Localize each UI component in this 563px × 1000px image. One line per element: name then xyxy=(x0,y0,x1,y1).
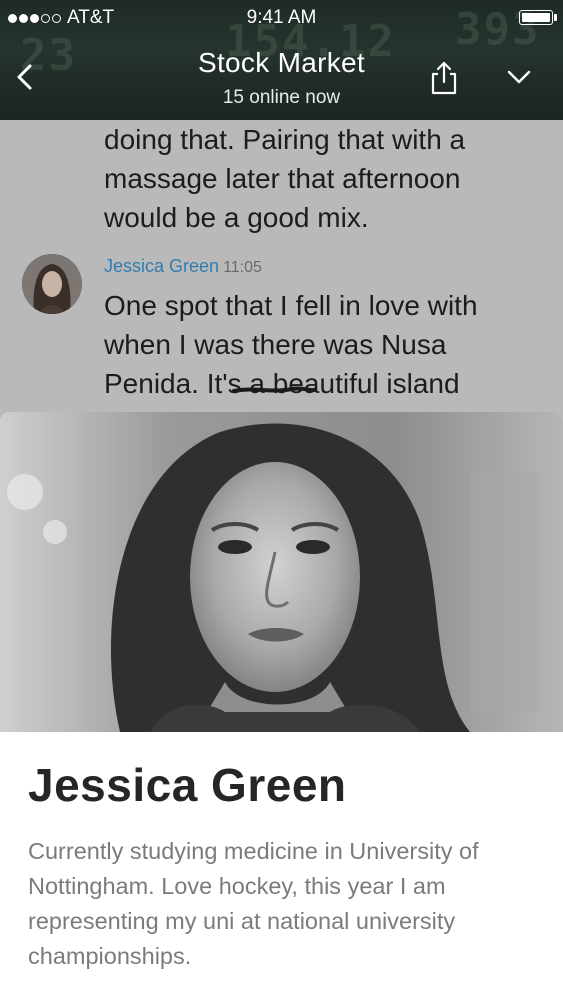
chat-header: 23 154.12 393 AT&T 9:41 AM Stock Market … xyxy=(0,0,563,120)
profile-card: Jessica Green Currently studying medicin… xyxy=(0,412,563,1000)
page-title: Stock Market xyxy=(198,47,365,78)
battery-icon xyxy=(519,10,553,25)
message-meta: Jessica Green 11:05 xyxy=(104,256,262,277)
message-text: One spot that I fell in love with when I… xyxy=(104,290,478,415)
avatar[interactable] xyxy=(22,254,82,314)
share-icon[interactable] xyxy=(428,60,460,96)
profile-name: Jessica Green xyxy=(28,759,347,811)
profile-photo[interactable] xyxy=(0,412,563,732)
status-time: 9:41 AM xyxy=(246,7,317,28)
sender-name[interactable]: Jessica Green xyxy=(104,256,219,276)
profile-bio: Currently studying medicine in Universit… xyxy=(28,838,479,969)
online-count: 15 online now xyxy=(222,87,341,108)
chat-screen: 23 154.12 393 AT&T 9:41 AM Stock Market … xyxy=(0,0,563,1000)
message-text: doing that. Pairing that with a massage … xyxy=(104,124,466,233)
message-time: 11:05 xyxy=(223,259,262,276)
battery-tip xyxy=(554,14,557,21)
scribble-mark xyxy=(232,386,316,393)
status-bar: AT&T 9:41 AM xyxy=(0,0,563,36)
chevron-down-icon[interactable] xyxy=(504,64,534,90)
chat-messages[interactable]: doing that. Pairing that with a massage … xyxy=(0,120,563,415)
